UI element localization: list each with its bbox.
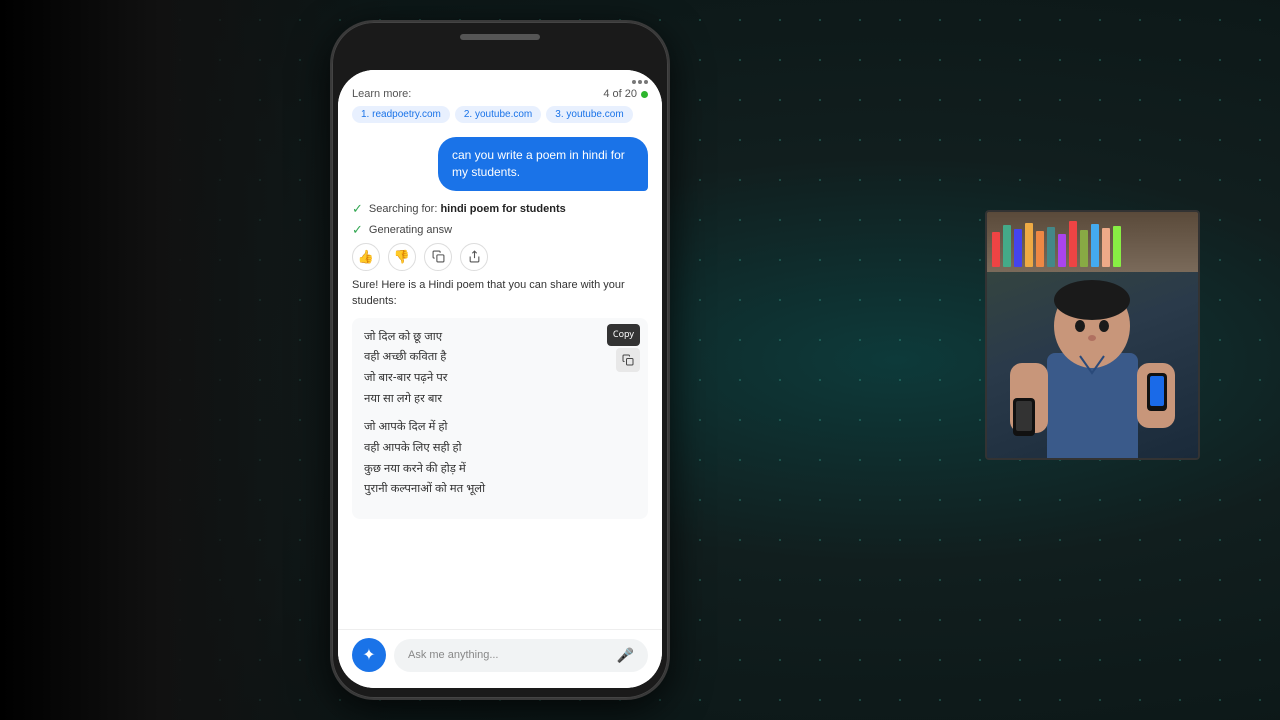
- top-bar: [338, 70, 662, 88]
- poem-line-6: वही आपके लिए सही हो: [364, 439, 636, 460]
- poem-line-3: जो बार-बार पढ़ने पर: [364, 369, 636, 390]
- search-input-area[interactable]: Ask me anything... 🎤: [394, 639, 648, 672]
- phone-body: Learn more: 4 of 20 1. readpoetry.com 2.…: [330, 20, 670, 700]
- poem-line-5: जो आपके दिल में हो: [364, 418, 636, 439]
- link-chips: 1. readpoetry.com 2. youtube.com 3. yout…: [352, 106, 648, 123]
- video-person-area: [987, 212, 1198, 458]
- poem-line-4: नया सा लगे हर बार: [364, 390, 636, 411]
- response-actions: 👍 👎: [352, 243, 648, 271]
- copy-action-button[interactable]: [424, 243, 452, 271]
- copy-button-container: Copy: [607, 324, 640, 372]
- learn-more-section: Learn more: 4 of 20 1. readpoetry.com 2.…: [338, 88, 662, 131]
- poem-line-1: जो दिल को छू जाए: [364, 328, 636, 349]
- link-2-url: youtube.com: [475, 109, 532, 120]
- screen-content: Learn more: 4 of 20 1. readpoetry.com 2.…: [338, 70, 662, 688]
- learn-more-label: Learn more:: [352, 88, 411, 100]
- poem-stanza-1: जो दिल को छू जाए वही अच्छी कविता है जो ब…: [364, 328, 636, 411]
- poem-line-7: कुछ नया करने की होड़ में: [364, 460, 636, 481]
- copy-tooltip: Copy: [607, 324, 640, 346]
- link-chip-1[interactable]: 1. readpoetry.com: [352, 106, 450, 123]
- user-message: can you write a poem in hindi for my stu…: [352, 137, 648, 191]
- learn-more-header: Learn more: 4 of 20: [352, 88, 648, 100]
- poem-block: Copy जो दिल को छू जाए व: [352, 318, 648, 520]
- microphone-icon[interactable]: 🎤: [617, 647, 634, 664]
- input-placeholder: Ask me anything...: [408, 649, 499, 661]
- share-button[interactable]: [460, 243, 488, 271]
- link-1-url: readpoetry.com: [372, 109, 441, 120]
- phone-screen: Learn more: 4 of 20 1. readpoetry.com 2.…: [338, 70, 662, 688]
- person-svg: [985, 258, 1200, 458]
- response-intro: Sure! Here is a Hindi poem that you can …: [352, 277, 648, 310]
- chat-area: can you write a poem in hindi for my stu…: [338, 131, 662, 629]
- more-options-button[interactable]: [632, 80, 648, 84]
- poem-line-8: पुरानी कल्पनाओं को मत भूलो: [364, 480, 636, 501]
- search-status-row: ✓ Searching for: hindi poem for students: [352, 201, 648, 217]
- page-counter: 4 of 20: [603, 88, 648, 100]
- user-bubble: can you write a poem in hindi for my stu…: [438, 137, 648, 191]
- generating-status-row: ✓ Generating answ: [352, 222, 648, 238]
- status-dot: [641, 91, 648, 98]
- thumbs-up-button[interactable]: 👍: [352, 243, 380, 271]
- assistant-icon: ✦: [362, 645, 375, 665]
- phone-pill: [460, 34, 540, 40]
- dot-3: [644, 80, 648, 84]
- link-3-number: 3.: [555, 109, 566, 120]
- dot-2: [638, 80, 642, 84]
- phone-device: Learn more: 4 of 20 1. readpoetry.com 2.…: [330, 20, 670, 700]
- poem-stanza-2: जो आपके दिल में हो वही आपके लिए सही हो क…: [364, 418, 636, 501]
- link-1-number: 1.: [361, 109, 372, 120]
- response-container: Sure! Here is a Hindi poem that you can …: [352, 277, 648, 520]
- thumbs-down-button[interactable]: 👎: [388, 243, 416, 271]
- link-2-number: 2.: [464, 109, 475, 120]
- check-icon-1: ✓: [352, 201, 363, 217]
- generating-text: Generating answ: [369, 224, 452, 236]
- link-chip-3[interactable]: 3. youtube.com: [546, 106, 632, 123]
- assistant-button[interactable]: ✦: [352, 638, 386, 672]
- bottom-bar: ✦ Ask me anything... 🎤: [338, 629, 662, 688]
- page-count-text: 4 of 20: [603, 88, 637, 100]
- link-chip-2[interactable]: 2. youtube.com: [455, 106, 541, 123]
- poem-line-2: वही अच्छी कविता है: [364, 348, 636, 369]
- search-status-text: Searching for: hindi poem for students: [369, 203, 566, 215]
- dot-1: [632, 80, 636, 84]
- video-thumbnail: [985, 210, 1200, 460]
- search-query: hindi poem for students: [440, 203, 565, 215]
- link-3-url: youtube.com: [566, 109, 623, 120]
- check-icon-2: ✓: [352, 222, 363, 238]
- copy-icon-button[interactable]: [616, 348, 640, 372]
